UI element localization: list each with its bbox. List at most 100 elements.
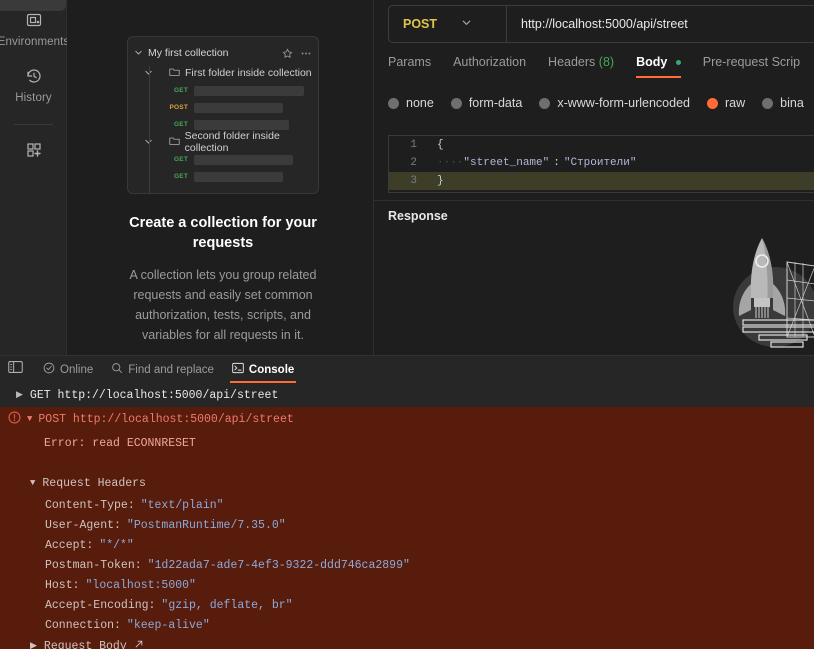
sidebar-item-history[interactable]: History — [0, 66, 67, 104]
radio-icon — [539, 97, 551, 109]
collection-card-header[interactable]: My first collection — [128, 42, 318, 64]
collapse-caret-icon[interactable]: ▼ — [30, 478, 35, 488]
request-url-bar: POST http://localhost:5000/api/street — [388, 5, 814, 43]
radio-icon — [762, 97, 774, 109]
folder-icon — [169, 64, 180, 82]
tree-request-row[interactable]: GET — [142, 82, 318, 99]
sidebar-toggle-icon[interactable] — [3, 360, 27, 379]
line-number: 2 — [410, 157, 417, 169]
status-label: Console — [248, 363, 295, 376]
line-content: } — [437, 175, 444, 187]
editor-line-active: 3 } — [389, 172, 814, 190]
console-entry-get[interactable]: ▶ GET http://localhost:5000/api/street — [0, 383, 814, 407]
rocket-launch-illustration — [729, 232, 814, 355]
body-raw-editor[interactable]: 1 { 2 ····"street_name": "Строители" 3 } — [388, 135, 814, 193]
header-row: User-Agent: "PostmanRuntime/7.35.0" — [0, 515, 814, 535]
sidebar-item-environments[interactable]: Environments — [0, 10, 69, 48]
body-type-binary[interactable]: bina — [762, 96, 804, 110]
line-content: { — [437, 139, 444, 151]
header-name: Postman-Token: — [45, 558, 142, 572]
request-body-section-header[interactable]: ▶ Request Body — [0, 635, 814, 649]
editor-line: 2 ····"street_name": "Строители" — [389, 154, 814, 172]
request-method-label: GET — [174, 156, 188, 163]
body-type-raw[interactable]: raw — [707, 96, 745, 110]
tab-pre-request-script[interactable]: Pre-request Scrip — [703, 55, 800, 78]
header-row: Postman-Token: "1d22ada7-ade7-4ef3-9322-… — [0, 555, 814, 575]
tab-params[interactable]: Params — [388, 55, 431, 78]
request-name-placeholder — [194, 154, 293, 165]
tab-authorization[interactable]: Authorization — [453, 55, 526, 78]
url-input[interactable]: http://localhost:5000/api/street — [507, 17, 688, 31]
more-options-icon[interactable] — [300, 46, 312, 64]
folder-icon — [169, 133, 180, 151]
console-error-text: POST http://localhost:5000/api/street — [38, 412, 294, 426]
console-error-message: Error: read ECONNRESET — [44, 436, 196, 450]
section-title: Request Headers — [42, 476, 146, 490]
request-method-label: GET — [174, 121, 188, 128]
new-button[interactable] — [0, 140, 67, 160]
collection-empty-state-pane: My first collection First folder inside … — [67, 0, 409, 355]
tab-body[interactable]: Body — [636, 55, 681, 78]
json-colon: : — [553, 157, 560, 169]
expand-caret-icon[interactable]: ▶ — [16, 390, 23, 400]
check-circle-icon — [43, 362, 55, 377]
method-selector[interactable]: POST — [389, 6, 507, 42]
status-online[interactable]: Online — [41, 356, 95, 384]
error-circle-icon — [8, 410, 21, 428]
empty-state-heading: Create a collection for your requests — [129, 215, 317, 251]
find-and-replace-button[interactable]: Find and replace — [109, 356, 216, 384]
expand-caret-icon[interactable]: ▶ — [30, 641, 37, 649]
radio-icon — [388, 97, 399, 109]
request-name-placeholder — [194, 171, 283, 182]
postman-window: Environments History My first collection… — [0, 0, 814, 649]
environments-icon — [24, 10, 44, 30]
console-error-header[interactable]: ▼ POST http://localhost:5000/api/street — [0, 407, 814, 431]
method-label: POST — [403, 17, 438, 31]
header-name: Host: — [45, 578, 80, 592]
header-row: Content-Type: "text/plain" — [0, 495, 814, 515]
response-title: Response — [388, 209, 448, 223]
header-value: "*/*" — [99, 538, 134, 552]
header-value: "PostmanRuntime/7.35.0" — [126, 518, 286, 532]
request-name-placeholder — [194, 85, 304, 96]
radio-icon-selected — [707, 97, 718, 109]
header-name: Accept: — [45, 538, 94, 552]
external-link-icon[interactable] — [134, 639, 144, 649]
request-headers-section-header[interactable]: ▼ Request Headers — [0, 471, 814, 495]
collapse-caret-icon[interactable]: ▼ — [27, 414, 32, 424]
icon-rail: Environments History — [0, 0, 69, 355]
tree-request-row[interactable]: POST — [142, 99, 318, 116]
header-row: Accept-Encoding: "gzip, deflate, br" — [0, 595, 814, 615]
line-number: 1 — [410, 139, 417, 151]
body-type-label: raw — [725, 96, 746, 110]
tree-guide-line — [149, 66, 150, 193]
request-tabs: Params Authorization Headers (8) Body Pr… — [388, 55, 800, 78]
tree-folder-row[interactable]: Second folder inside collection — [142, 130, 318, 154]
folder-name: Second folder inside collection — [184, 130, 280, 154]
collection-tree: First folder inside collection GET POST … — [128, 64, 318, 193]
body-type-none[interactable]: none — [388, 96, 434, 110]
header-name: Content-Type: — [45, 498, 135, 512]
collection-title: My first collection — [148, 47, 229, 59]
request-name-placeholder — [194, 119, 289, 130]
header-value: "gzip, deflate, br" — [161, 598, 293, 612]
tree-request-row[interactable]: GET — [142, 168, 318, 185]
request-method-label: GET — [174, 87, 188, 94]
tab-headers[interactable]: Headers (8) — [548, 55, 614, 78]
search-icon — [111, 362, 123, 377]
tab-label: Params — [388, 55, 432, 69]
tree-folder-row[interactable]: First folder inside collection — [142, 64, 318, 82]
json-key: "street_name" — [463, 157, 550, 169]
tab-label: Headers — [548, 55, 596, 69]
status-label: Online — [60, 363, 94, 376]
body-type-label: none — [406, 96, 434, 110]
console-button[interactable]: Console — [229, 356, 297, 384]
folder-name: First folder inside collection — [185, 67, 312, 79]
header-name: User-Agent: — [45, 518, 121, 532]
body-type-x-www-form-urlencoded[interactable]: x-www-form-urlencoded — [539, 96, 690, 110]
tab-label: Pre-request Scrip — [702, 55, 801, 69]
chevron-down-icon — [134, 44, 143, 62]
top-region: Environments History My first collection… — [0, 0, 814, 355]
star-icon[interactable] — [282, 46, 293, 64]
body-type-form-data[interactable]: form-data — [450, 96, 522, 110]
